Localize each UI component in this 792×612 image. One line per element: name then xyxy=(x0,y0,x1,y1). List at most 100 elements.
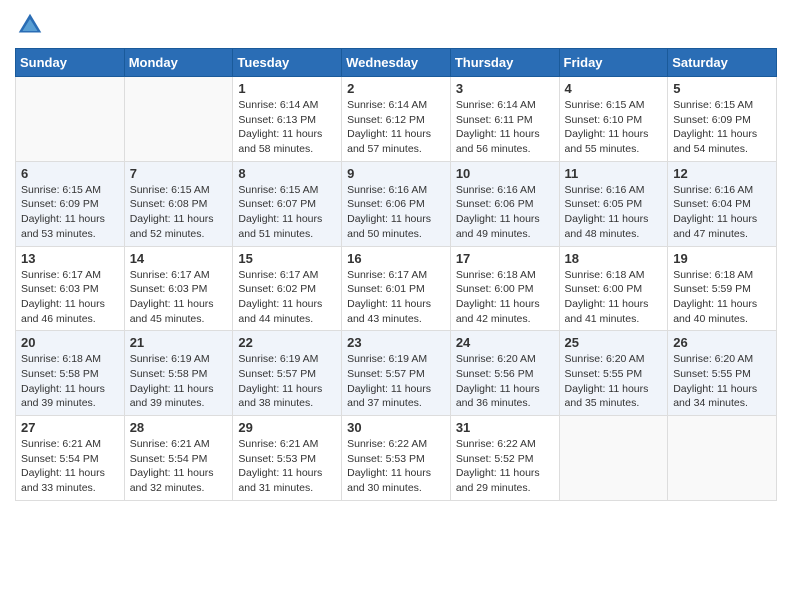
day-number: 18 xyxy=(565,251,663,266)
day-info: Sunrise: 6:16 AM Sunset: 6:05 PM Dayligh… xyxy=(565,183,663,242)
day-number: 24 xyxy=(456,335,554,350)
day-info: Sunrise: 6:18 AM Sunset: 6:00 PM Dayligh… xyxy=(456,268,554,327)
calendar-cell xyxy=(124,77,233,162)
calendar-cell: 12 Sunrise: 6:16 AM Sunset: 6:04 PM Dayli… xyxy=(668,161,777,246)
day-info: Sunrise: 6:21 AM Sunset: 5:53 PM Dayligh… xyxy=(238,437,336,496)
day-info: Sunrise: 6:14 AM Sunset: 6:13 PM Dayligh… xyxy=(238,98,336,157)
calendar-cell: 14 Sunrise: 6:17 AM Sunset: 6:03 PM Dayli… xyxy=(124,246,233,331)
day-number: 7 xyxy=(130,166,228,181)
day-info: Sunrise: 6:15 AM Sunset: 6:09 PM Dayligh… xyxy=(21,183,119,242)
day-number: 2 xyxy=(347,81,445,96)
weekday-header-saturday: Saturday xyxy=(668,49,777,77)
day-info: Sunrise: 6:18 AM Sunset: 5:58 PM Dayligh… xyxy=(21,352,119,411)
calendar-cell xyxy=(559,416,668,501)
day-info: Sunrise: 6:15 AM Sunset: 6:08 PM Dayligh… xyxy=(130,183,228,242)
day-number: 5 xyxy=(673,81,771,96)
calendar-cell: 28 Sunrise: 6:21 AM Sunset: 5:54 PM Dayli… xyxy=(124,416,233,501)
calendar-table: SundayMondayTuesdayWednesdayThursdayFrid… xyxy=(15,48,777,501)
day-info: Sunrise: 6:18 AM Sunset: 6:00 PM Dayligh… xyxy=(565,268,663,327)
calendar-cell: 2Sunrise: 6:14 AM Sunset: 6:12 PM Daylig… xyxy=(342,77,451,162)
day-number: 11 xyxy=(565,166,663,181)
day-number: 27 xyxy=(21,420,119,435)
day-info: Sunrise: 6:16 AM Sunset: 6:04 PM Dayligh… xyxy=(673,183,771,242)
calendar-cell: 27Sunrise: 6:21 AM Sunset: 5:54 PM Dayli… xyxy=(16,416,125,501)
calendar-cell xyxy=(668,416,777,501)
calendar-cell: 9Sunrise: 6:16 AM Sunset: 6:06 PM Daylig… xyxy=(342,161,451,246)
day-info: Sunrise: 6:17 AM Sunset: 6:01 PM Dayligh… xyxy=(347,268,445,327)
day-info: Sunrise: 6:19 AM Sunset: 5:58 PM Dayligh… xyxy=(130,352,228,411)
day-number: 8 xyxy=(238,166,336,181)
day-number: 30 xyxy=(347,420,445,435)
day-number: 12 xyxy=(673,166,771,181)
calendar-week-row: 1 Sunrise: 6:14 AM Sunset: 6:13 PM Daylig… xyxy=(16,77,777,162)
calendar-cell: 11 Sunrise: 6:16 AM Sunset: 6:05 PM Dayli… xyxy=(559,161,668,246)
day-number: 13 xyxy=(21,251,119,266)
calendar-cell: 10 Sunrise: 6:16 AM Sunset: 6:06 PM Dayli… xyxy=(450,161,559,246)
calendar-cell: 26Sunrise: 6:20 AM Sunset: 5:55 PM Dayli… xyxy=(668,331,777,416)
day-info: Sunrise: 6:15 AM Sunset: 6:09 PM Dayligh… xyxy=(673,98,771,157)
day-number: 16 xyxy=(347,251,445,266)
calendar-cell: 23 Sunrise: 6:19 AM Sunset: 5:57 PM Dayli… xyxy=(342,331,451,416)
calendar-cell xyxy=(16,77,125,162)
day-info: Sunrise: 6:15 AM Sunset: 6:10 PM Dayligh… xyxy=(565,98,663,157)
calendar-cell: 22 Sunrise: 6:19 AM Sunset: 5:57 PM Dayli… xyxy=(233,331,342,416)
calendar-cell: 6Sunrise: 6:15 AM Sunset: 6:09 PM Daylig… xyxy=(16,161,125,246)
day-number: 14 xyxy=(130,251,228,266)
calendar-week-row: 20 Sunrise: 6:18 AM Sunset: 5:58 PM Dayli… xyxy=(16,331,777,416)
logo-icon xyxy=(15,10,45,40)
logo xyxy=(15,10,49,40)
day-info: Sunrise: 6:22 AM Sunset: 5:53 PM Dayligh… xyxy=(347,437,445,496)
day-number: 4 xyxy=(565,81,663,96)
day-info: Sunrise: 6:15 AM Sunset: 6:07 PM Dayligh… xyxy=(238,183,336,242)
calendar-cell: 1 Sunrise: 6:14 AM Sunset: 6:13 PM Daylig… xyxy=(233,77,342,162)
day-info: Sunrise: 6:16 AM Sunset: 6:06 PM Dayligh… xyxy=(456,183,554,242)
day-number: 10 xyxy=(456,166,554,181)
day-info: Sunrise: 6:16 AM Sunset: 6:06 PM Dayligh… xyxy=(347,183,445,242)
calendar-cell: 29 Sunrise: 6:21 AM Sunset: 5:53 PM Dayli… xyxy=(233,416,342,501)
day-info: Sunrise: 6:19 AM Sunset: 5:57 PM Dayligh… xyxy=(238,352,336,411)
calendar-week-row: 27 Sunrise: 6:21 AM Sunset: 5:54 PM Dayli… xyxy=(16,416,777,501)
page-header xyxy=(15,10,777,40)
day-info: Sunrise: 6:20 AM Sunset: 5:55 PM Dayligh… xyxy=(565,352,663,411)
day-info: Sunrise: 6:19 AM Sunset: 5:57 PM Dayligh… xyxy=(347,352,445,411)
weekday-header-thursday: Thursday xyxy=(450,49,559,77)
calendar-cell: 7 Sunrise: 6:15 AM Sunset: 6:08 PM Daylig… xyxy=(124,161,233,246)
day-number: 25 xyxy=(565,335,663,350)
calendar-cell: 31 Sunrise: 6:22 AM Sunset: 5:52 PM Dayli… xyxy=(450,416,559,501)
day-number: 26 xyxy=(673,335,771,350)
day-number: 1 xyxy=(238,81,336,96)
weekday-header-tuesday: Tuesday xyxy=(233,49,342,77)
day-info: Sunrise: 6:18 AM Sunset: 5:59 PM Dayligh… xyxy=(673,268,771,327)
calendar-cell: 24 Sunrise: 6:20 AM Sunset: 5:56 PM Dayli… xyxy=(450,331,559,416)
day-number: 3 xyxy=(456,81,554,96)
day-info: Sunrise: 6:14 AM Sunset: 6:11 PM Dayligh… xyxy=(456,98,554,157)
day-info: Sunrise: 6:17 AM Sunset: 6:03 PM Dayligh… xyxy=(21,268,119,327)
day-number: 21 xyxy=(130,335,228,350)
day-number: 28 xyxy=(130,420,228,435)
day-number: 23 xyxy=(347,335,445,350)
weekday-header-friday: Friday xyxy=(559,49,668,77)
calendar-cell: 13 Sunrise: 6:17 AM Sunset: 6:03 PM Dayli… xyxy=(16,246,125,331)
calendar-cell: 16 Sunrise: 6:17 AM Sunset: 6:01 PM Dayli… xyxy=(342,246,451,331)
day-info: Sunrise: 6:20 AM Sunset: 5:56 PM Dayligh… xyxy=(456,352,554,411)
day-number: 19 xyxy=(673,251,771,266)
calendar-cell: 15Sunrise: 6:17 AM Sunset: 6:02 PM Dayli… xyxy=(233,246,342,331)
calendar-cell: 17Sunrise: 6:18 AM Sunset: 6:00 PM Dayli… xyxy=(450,246,559,331)
day-info: Sunrise: 6:17 AM Sunset: 6:02 PM Dayligh… xyxy=(238,268,336,327)
weekday-header-monday: Monday xyxy=(124,49,233,77)
day-number: 20 xyxy=(21,335,119,350)
calendar-cell: 21 Sunrise: 6:19 AM Sunset: 5:58 PM Dayli… xyxy=(124,331,233,416)
calendar-cell: 30 Sunrise: 6:22 AM Sunset: 5:53 PM Dayli… xyxy=(342,416,451,501)
calendar-cell: 3 Sunrise: 6:14 AM Sunset: 6:11 PM Daylig… xyxy=(450,77,559,162)
day-info: Sunrise: 6:22 AM Sunset: 5:52 PM Dayligh… xyxy=(456,437,554,496)
day-number: 31 xyxy=(456,420,554,435)
calendar-week-row: 6Sunrise: 6:15 AM Sunset: 6:09 PM Daylig… xyxy=(16,161,777,246)
day-number: 29 xyxy=(238,420,336,435)
day-info: Sunrise: 6:21 AM Sunset: 5:54 PM Dayligh… xyxy=(130,437,228,496)
calendar-cell: 4 Sunrise: 6:15 AM Sunset: 6:10 PM Daylig… xyxy=(559,77,668,162)
day-number: 22 xyxy=(238,335,336,350)
calendar-cell: 8 Sunrise: 6:15 AM Sunset: 6:07 PM Daylig… xyxy=(233,161,342,246)
day-info: Sunrise: 6:17 AM Sunset: 6:03 PM Dayligh… xyxy=(130,268,228,327)
calendar-cell: 25 Sunrise: 6:20 AM Sunset: 5:55 PM Dayli… xyxy=(559,331,668,416)
weekday-header-wednesday: Wednesday xyxy=(342,49,451,77)
